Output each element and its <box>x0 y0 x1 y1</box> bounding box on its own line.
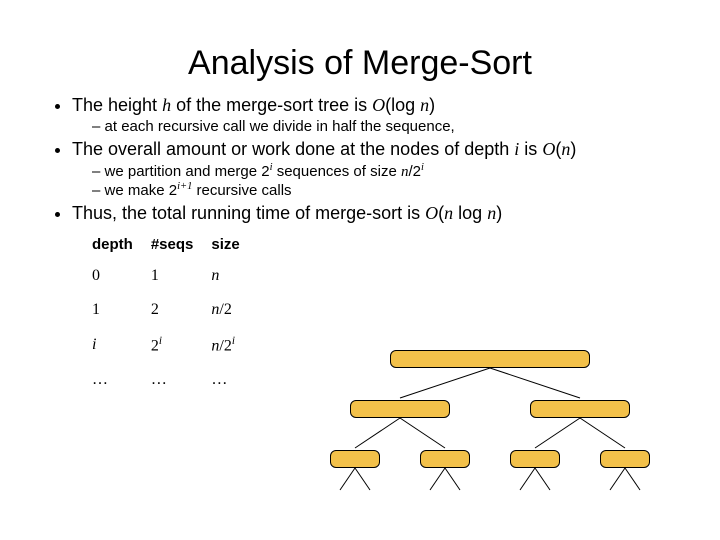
cell: 1 <box>147 259 208 293</box>
var-n: n <box>444 203 453 223</box>
cell: 2i <box>147 327 208 363</box>
text: Thus, the total running time of merge-so… <box>72 203 425 223</box>
tree-node <box>350 400 450 418</box>
cell: n <box>207 259 253 293</box>
cell: 0 <box>88 259 147 293</box>
tree-node <box>510 450 560 468</box>
var-n: n <box>211 267 219 284</box>
text: ) <box>429 95 435 115</box>
text: 2 <box>413 163 421 180</box>
cell: … <box>147 363 208 397</box>
table-row: 0 1 n <box>88 259 254 293</box>
tree-node <box>390 350 590 368</box>
th-seqs: #seqs <box>147 234 208 259</box>
table-row: 1 2 n/2 <box>88 293 254 327</box>
cell: i <box>88 327 147 363</box>
bullet-2: The overall amount or work done at the n… <box>72 139 680 199</box>
table-header-row: depth #seqs size <box>88 234 254 259</box>
sup-i: i <box>421 162 424 173</box>
text: log <box>453 203 487 223</box>
table-row: … … … <box>88 363 254 397</box>
depth-table: depth #seqs size 0 1 n 1 2 n/2 i 2i n/2i… <box>88 234 254 397</box>
text: /2 <box>219 337 231 354</box>
cell: … <box>88 363 147 397</box>
var-n: n <box>561 139 570 159</box>
tree-node <box>600 450 650 468</box>
bullet-3: Thus, the total running time of merge-so… <box>72 203 680 224</box>
text: we make <box>105 182 169 199</box>
text: (log <box>385 95 420 115</box>
text: 2 <box>169 182 177 199</box>
big-o: O <box>372 95 385 115</box>
sup-i: i <box>159 335 162 347</box>
text: recursive calls <box>192 182 291 199</box>
sup-i: i <box>232 335 235 347</box>
bullet-2-sub-2: we make 2i+1 recursive calls <box>92 181 680 199</box>
tree-node <box>420 450 470 468</box>
cell: n/2 <box>207 293 253 327</box>
cell: … <box>207 363 253 397</box>
cell: n/2i <box>207 327 253 363</box>
var-h: h <box>162 95 171 115</box>
big-o: O <box>542 139 555 159</box>
text: /2 <box>219 301 231 318</box>
text: we partition and merge <box>105 163 262 180</box>
text: is <box>519 139 542 159</box>
cell: 2 <box>147 293 208 327</box>
bullet-2-sub-1: we partition and merge 2i sequences of s… <box>92 162 680 181</box>
sup-i1: i+1 <box>177 181 192 192</box>
bullet-1: The height h of the merge-sort tree is O… <box>72 95 680 135</box>
text: The height <box>72 95 162 115</box>
bullet-list: The height h of the merge-sort tree is O… <box>40 95 680 224</box>
bullet-1-sub-1: at each recursive call we divide in half… <box>92 118 680 135</box>
var-n: n <box>487 203 496 223</box>
text: 2 <box>151 337 159 354</box>
text: 2 <box>261 163 269 180</box>
cell: 1 <box>88 293 147 327</box>
text: ) <box>570 139 576 159</box>
text: sequences of size <box>273 163 401 180</box>
th-depth: depth <box>88 234 147 259</box>
text: The overall amount or work done at the n… <box>72 139 514 159</box>
th-size: size <box>207 234 253 259</box>
merge-sort-tree <box>290 330 690 510</box>
var-n: n <box>420 95 429 115</box>
table-row: i 2i n/2i <box>88 327 254 363</box>
tree-node <box>330 450 380 468</box>
big-o: O <box>425 203 438 223</box>
text: ) <box>496 203 502 223</box>
text: of the merge-sort tree is <box>171 95 372 115</box>
slide-title: Analysis of Merge-Sort <box>40 44 680 83</box>
tree-node <box>530 400 630 418</box>
